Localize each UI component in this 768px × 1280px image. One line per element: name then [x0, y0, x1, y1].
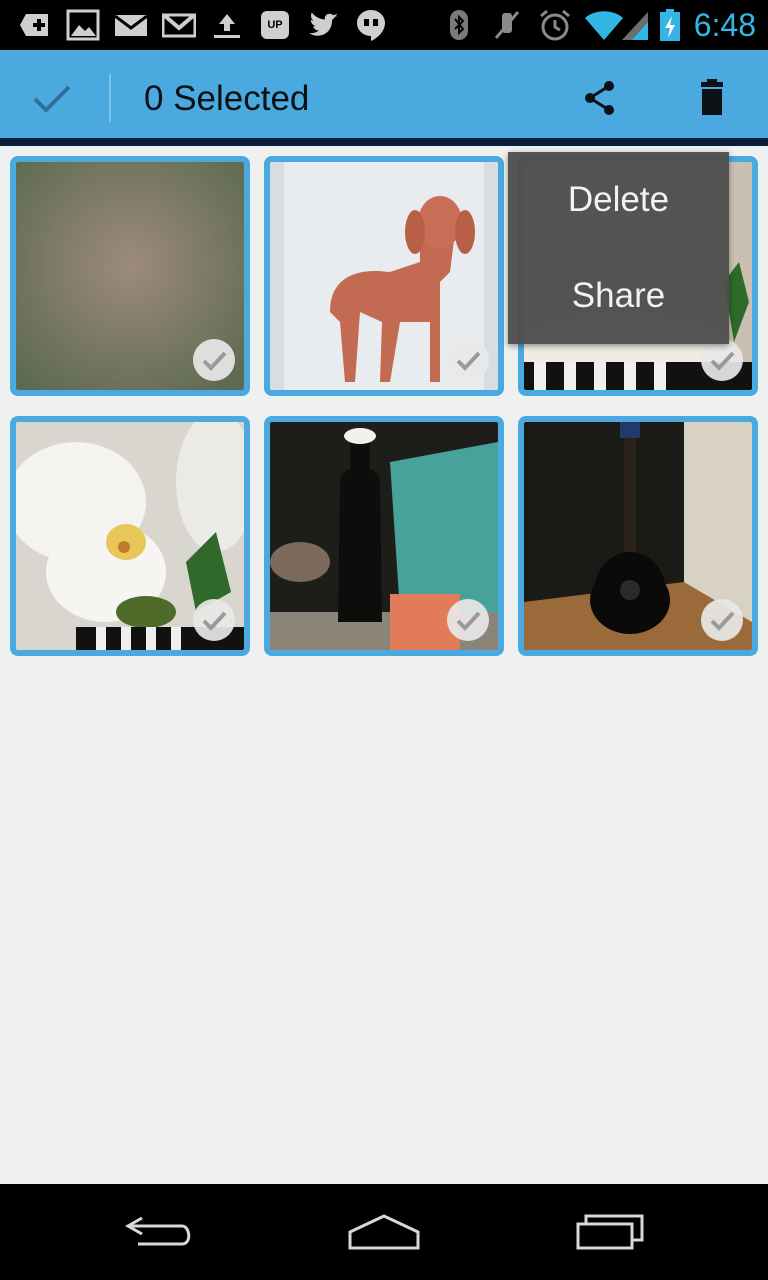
battery-charging-icon [660, 9, 680, 41]
email-icon [114, 14, 148, 36]
photo-tile-green-wall[interactable] [10, 156, 250, 396]
add-notification-icon [20, 14, 48, 36]
selected-check-icon [701, 339, 743, 381]
hangouts-icon [357, 10, 385, 41]
home-icon[interactable] [344, 1200, 424, 1264]
alarm-icon [540, 9, 570, 41]
trash-icon[interactable] [692, 78, 732, 118]
action-bar-shadow [0, 138, 768, 146]
back-icon[interactable] [122, 1200, 202, 1264]
photo-tile-bottle[interactable] [264, 416, 504, 656]
voicemail-icon: UP [261, 11, 289, 39]
photo-tile-orchid[interactable] [10, 416, 250, 656]
selected-check-icon [701, 599, 743, 641]
clock-time: 6:48 [693, 7, 756, 43]
photo-tile-dog-drawing[interactable] [264, 156, 504, 396]
menu-item-share[interactable]: Share [508, 248, 729, 344]
gallery-icon [66, 9, 100, 41]
muted-icon [494, 11, 520, 39]
recents-icon[interactable] [572, 1200, 652, 1264]
svg-text:UP: UP [267, 19, 282, 31]
share-icon[interactable] [580, 78, 620, 118]
status-bar: UP 6:48 [0, 0, 768, 50]
menu-item-delete[interactable]: Delete [508, 152, 729, 248]
selected-check-icon [193, 339, 235, 381]
twitter-icon [309, 12, 338, 36]
upload-icon [214, 14, 240, 38]
action-bar [0, 50, 768, 138]
selected-check-icon [447, 339, 489, 381]
photo-tile-guitar[interactable] [518, 416, 758, 656]
signal-icon [622, 12, 648, 40]
selected-check-icon [193, 599, 235, 641]
selection-count-title: 0 Selected [144, 79, 310, 118]
overflow-popup-menu: Delete Share [508, 152, 729, 344]
bluetooth-icon [450, 10, 468, 40]
selected-check-icon [447, 599, 489, 641]
action-bar-divider [109, 74, 111, 122]
done-check-icon[interactable] [26, 72, 78, 124]
gmail-icon [162, 13, 196, 38]
wifi-icon [585, 11, 623, 40]
